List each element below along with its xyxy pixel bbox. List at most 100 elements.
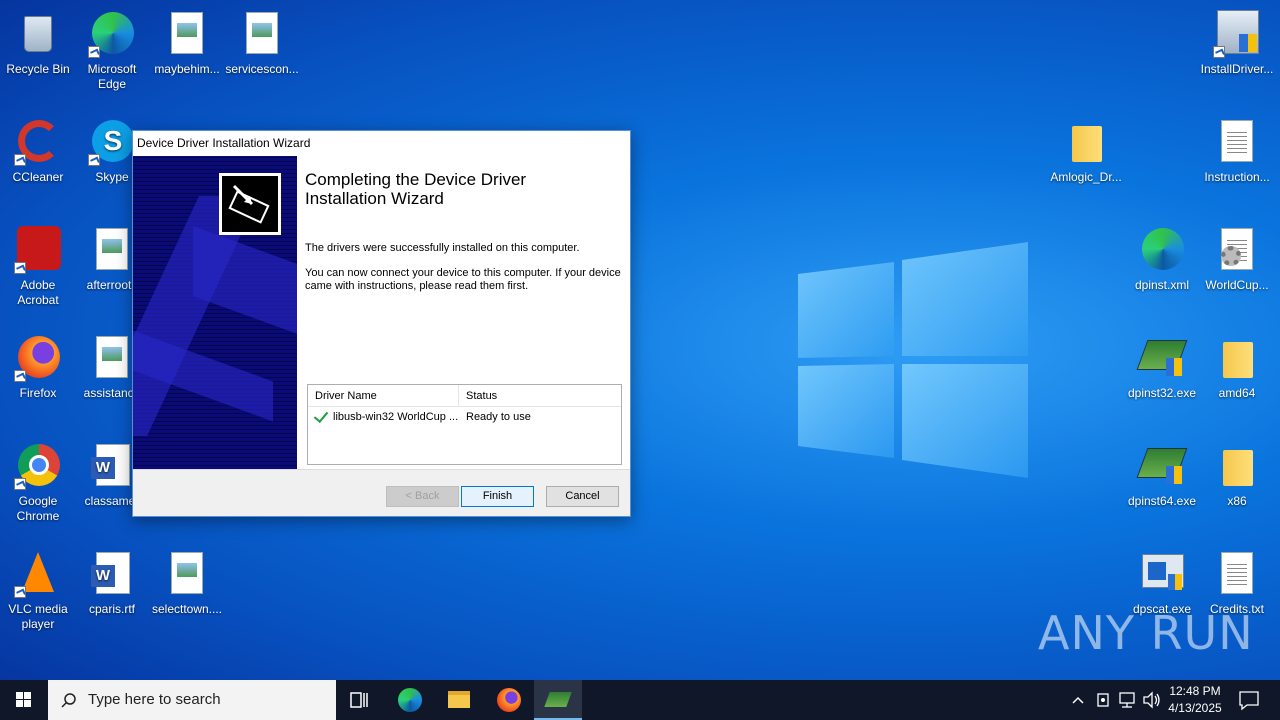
ccleaner-icon — [14, 118, 62, 166]
desktop-icon-cparis[interactable]: W cparis.rtf — [74, 544, 150, 644]
desktop-icon-label: Google Chrome — [16, 494, 60, 523]
desktop-icon-label: CCleaner — [12, 170, 64, 184]
dialog-title: Device Driver Installation Wizard — [133, 131, 630, 156]
desktop-icon-installdriver[interactable]: InstallDriver... — [1199, 4, 1275, 104]
desktop-icon-dpinst-xml[interactable]: dpinst.xml — [1124, 220, 1200, 320]
desktop-icon-selecttown[interactable]: selecttown.... — [149, 544, 225, 644]
desktop-icon-servicescon[interactable]: servicescon... — [224, 4, 300, 104]
clock-date[interactable]: 4/13/2025 — [1164, 701, 1226, 715]
column-header-driver-name[interactable]: Driver Name — [308, 385, 459, 406]
driver-install-wizard-dialog: Device Driver Installation Wizard Comple… — [132, 130, 631, 517]
taskbar-search-box[interactable]: Type here to search — [48, 680, 336, 720]
recycle-bin-icon — [14, 10, 62, 58]
taskbar-firefox[interactable] — [485, 680, 533, 720]
desktop-icon-label: dpinst64.exe — [1127, 494, 1197, 508]
edge-icon — [1138, 226, 1186, 274]
settings-file-icon — [1213, 226, 1261, 274]
word-doc-icon: W — [88, 442, 136, 490]
anyrun-watermark: ANY RUN — [1038, 606, 1254, 660]
image-file-icon — [163, 550, 211, 598]
folder-icon — [448, 691, 470, 708]
desktop-icon-google-chrome[interactable]: Google Chrome — [0, 436, 76, 536]
dialog-footer: < Back Finish Cancel — [133, 469, 630, 516]
acrobat-icon — [14, 226, 62, 274]
image-file-icon — [238, 10, 286, 58]
desktop-icon-label: Amlogic_Dr... — [1050, 170, 1122, 184]
firefox-icon — [14, 334, 62, 382]
desktop-icon-label: VLC media player — [8, 602, 68, 631]
driver-status-cell: Ready to use — [466, 411, 531, 423]
taskbar-driver-installer[interactable] — [534, 680, 582, 720]
desktop-icon-worldcup[interactable]: WorldCup... — [1199, 220, 1275, 320]
desktop-icon-label: servicescon... — [225, 62, 299, 76]
notifications-button[interactable] — [1230, 680, 1278, 720]
desktop-icon-firefox[interactable]: Firefox — [0, 328, 76, 428]
desktop-icon-recycle-bin[interactable]: Recycle Bin — [0, 4, 76, 104]
desktop-icon-adobe-acrobat[interactable]: Adobe Acrobat — [0, 220, 76, 320]
network-icon — [1119, 692, 1135, 708]
start-button[interactable] — [0, 680, 48, 720]
clock-time[interactable]: 12:48 PM — [1164, 684, 1226, 698]
desktop-icon-dpinst64[interactable]: dpinst64.exe — [1124, 436, 1200, 536]
wizard-heading: Completing the Device Driver Installatio… — [305, 170, 527, 208]
desktop-icon-amd64[interactable]: amd64 — [1199, 328, 1275, 428]
chrome-icon — [14, 442, 62, 490]
desktop-icon-instruction[interactable]: Instruction... — [1199, 112, 1275, 212]
image-file-icon — [88, 334, 136, 382]
desktop-icon-label: Firefox — [19, 386, 57, 400]
installer-exe-icon — [1136, 334, 1188, 382]
desktop-icon-label: Adobe Acrobat — [17, 278, 59, 307]
back-button[interactable]: < Back — [386, 486, 459, 507]
desktop-icon-amlogic[interactable]: Amlogic_Dr... — [1048, 112, 1124, 212]
windows-start-icon — [16, 692, 31, 707]
desktop-icon-edge[interactable]: Microsoft Edge — [74, 4, 150, 104]
desktop-icon-maybehim[interactable]: maybehim... — [149, 4, 225, 104]
image-file-icon — [163, 10, 211, 58]
desktop-icon-label: dpinst.xml — [1134, 278, 1190, 292]
tray-volume-icon[interactable] — [1140, 680, 1164, 720]
windows-logo-wallpaper — [798, 242, 1028, 478]
device-install-icon — [219, 173, 281, 235]
search-placeholder: Type here to search — [88, 691, 221, 708]
desktop-icon-vlc[interactable]: VLC media player — [0, 544, 76, 644]
task-view-button[interactable] — [336, 680, 384, 720]
folder-icon — [1213, 334, 1261, 382]
folder-icon — [1213, 442, 1261, 490]
table-row[interactable]: libusb-win32 WorldCup ... Ready to use — [308, 407, 621, 427]
driver-status-table: Driver Name Status libusb-win32 WorldCup… — [307, 384, 622, 465]
usb-device-icon — [1097, 693, 1109, 707]
cancel-button[interactable]: Cancel — [546, 486, 619, 507]
checkmark-icon — [313, 407, 329, 423]
desktop-icon-label: maybehim... — [154, 62, 220, 76]
desktop-icon-label: cparis.rtf — [88, 602, 135, 616]
firefox-icon — [497, 688, 521, 712]
edge-icon — [398, 688, 422, 712]
taskbar-edge[interactable] — [386, 680, 434, 720]
desktop-icon-ccleaner[interactable]: CCleaner — [0, 112, 76, 212]
image-file-icon — [88, 226, 136, 274]
finish-button[interactable]: Finish — [461, 486, 534, 507]
desktop-icon-label: dpinst32.exe — [1127, 386, 1197, 400]
desktop-icon-label: Microsoft Edge — [87, 62, 137, 91]
desktop-icon-label: WorldCup... — [1205, 278, 1269, 292]
dpscat-icon — [1138, 550, 1186, 598]
tray-device-icon[interactable] — [1092, 680, 1114, 720]
desktop-icon-label: x86 — [1227, 494, 1247, 508]
desktop-icon-dpinst32[interactable]: dpinst32.exe — [1124, 328, 1200, 428]
taskbar: Type here to search 12:48 PM 4/13/2025 — [0, 680, 1280, 720]
vlc-icon — [14, 550, 62, 598]
notification-icon — [1239, 691, 1259, 711]
installer-exe-icon — [1136, 442, 1188, 490]
taskbar-file-explorer[interactable] — [435, 680, 483, 720]
desktop-icon-label: Instruction... — [1204, 170, 1270, 184]
success-message: The drivers were successfully installed … — [305, 242, 580, 254]
installer-icon — [1213, 10, 1261, 58]
skype-icon: S — [88, 118, 136, 166]
desktop-icon-x86[interactable]: x86 — [1199, 436, 1275, 536]
speaker-icon — [1143, 691, 1160, 709]
dialog-body: Completing the Device Driver Installatio… — [133, 156, 630, 469]
column-header-status[interactable]: Status — [459, 385, 497, 406]
word-doc-icon: W — [88, 550, 136, 598]
show-hidden-icons-button[interactable] — [1066, 680, 1090, 720]
tray-network-icon[interactable] — [1115, 680, 1139, 720]
